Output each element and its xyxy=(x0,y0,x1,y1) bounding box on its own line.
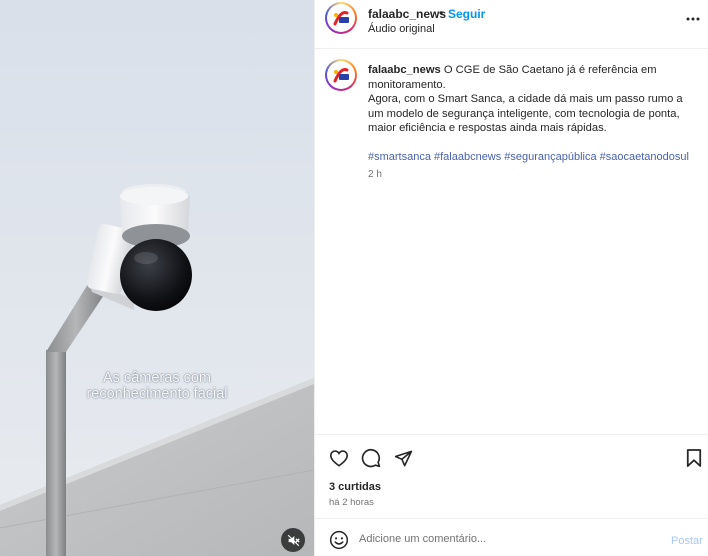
caption-line: maior eficiência e respostas ainda mais … xyxy=(368,122,607,135)
hashtag-link[interactable]: #falaabcnews xyxy=(434,151,501,163)
audio-link[interactable]: Áudio original xyxy=(368,23,435,35)
action-bar xyxy=(315,436,708,478)
comment-icon xyxy=(361,449,381,468)
caption-text: falaabc_news O CGE de São Caetano já é r… xyxy=(368,63,698,136)
hashtag-link[interactable]: #saocaetanodosul xyxy=(600,151,689,163)
subtitle-line-1: As câmeras com xyxy=(103,370,211,386)
caption-line: monitoramento. xyxy=(368,78,446,91)
caption-line: O CGE de São Caetano já é referência em xyxy=(443,64,657,76)
emoji-icon xyxy=(329,530,349,550)
post-comment-button[interactable]: Postar xyxy=(671,535,703,547)
video-player[interactable]: As câmeras com reconhecimento facial xyxy=(0,0,314,556)
author-username[interactable]: falaabc_news xyxy=(368,7,446,21)
more-options-button[interactable] xyxy=(683,11,703,27)
caption-line: um modelo de segurança inteligente, com … xyxy=(368,107,680,120)
likes-count[interactable]: 3 curtidas xyxy=(329,481,381,493)
caption-timestamp[interactable]: 2 h xyxy=(368,169,382,180)
emoji-button[interactable] xyxy=(329,530,349,550)
mute-toggle-button[interactable] xyxy=(281,528,305,552)
comment-button[interactable] xyxy=(360,447,382,469)
heart-icon xyxy=(329,450,349,467)
share-button[interactable] xyxy=(392,447,414,469)
falaabc-logo xyxy=(329,6,353,30)
post-details-panel: falaabc_news • Seguir Áudio original fal… xyxy=(314,0,708,556)
header-separator: • xyxy=(439,6,444,20)
like-button[interactable] xyxy=(328,447,350,469)
caption-section: falaabc_news O CGE de São Caetano já é r… xyxy=(315,50,708,435)
comment-input[interactable] xyxy=(359,529,649,549)
bookmark-icon xyxy=(686,449,702,467)
speaker-muted-icon xyxy=(287,534,300,546)
video-frame xyxy=(0,0,314,556)
hashtag-link[interactable]: #smartsanca xyxy=(368,151,431,163)
follow-button[interactable]: Seguir xyxy=(448,7,485,21)
post-timestamp[interactable]: há 2 horas xyxy=(329,497,374,508)
subtitle-line-2: reconhecimento facial xyxy=(86,386,228,402)
falaabc-logo xyxy=(329,63,353,87)
send-icon xyxy=(394,450,412,466)
caption-author-avatar[interactable] xyxy=(325,59,357,91)
caption-line: Agora, com o Smart Sanca, a cidade dá ma… xyxy=(368,93,683,106)
comment-form: Postar xyxy=(315,518,708,556)
caption-username[interactable]: falaabc_news xyxy=(368,64,441,76)
hashtags: #smartsanca #falaabcnews #segurançapública… xyxy=(368,151,692,163)
save-button[interactable] xyxy=(683,447,705,469)
author-avatar[interactable] xyxy=(325,2,357,34)
video-subtitle: As câmeras com reconhecimento facial xyxy=(0,370,314,402)
hashtag-link[interactable]: #segurançapública xyxy=(504,151,596,163)
instagram-post-view: As câmeras com reconhecimento facial fal… xyxy=(0,0,708,556)
more-horizontal-icon xyxy=(686,17,700,21)
post-header: falaabc_news • Seguir Áudio original xyxy=(315,0,708,49)
